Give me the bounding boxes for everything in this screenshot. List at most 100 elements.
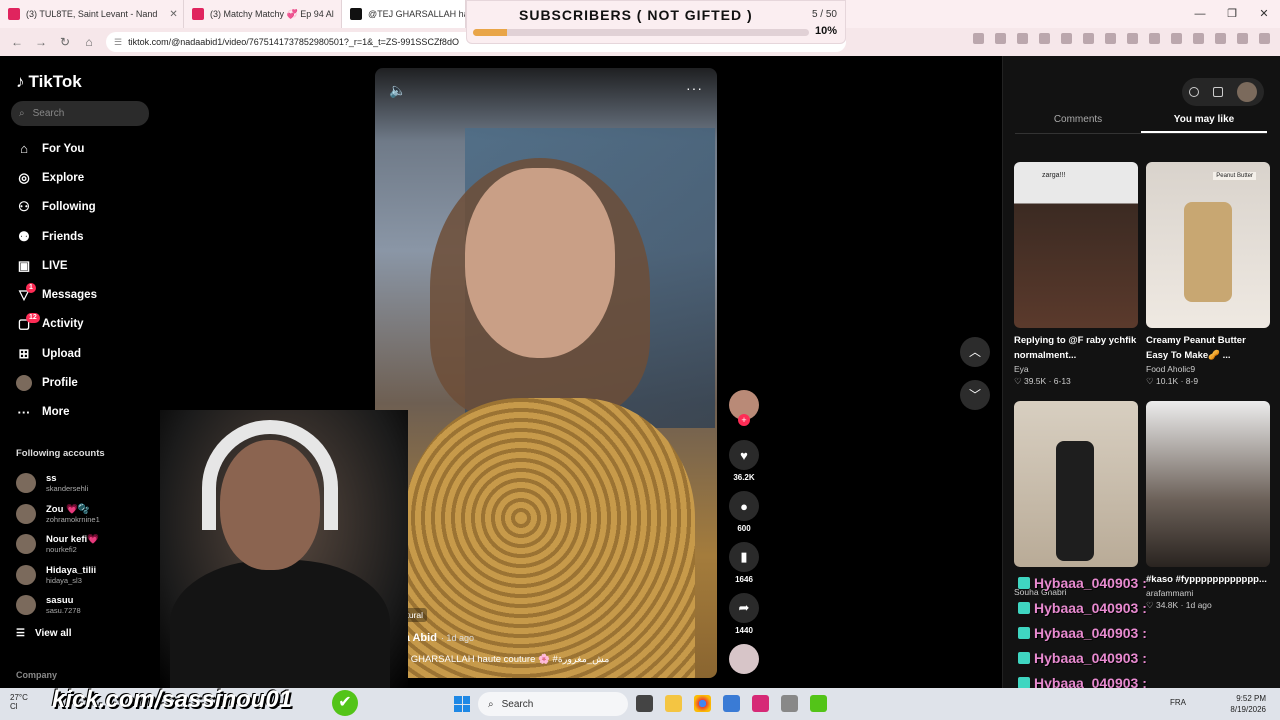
chevron-down-icon: ﹀ [968, 388, 981, 402]
nav-upload[interactable]: ⊞ Upload [16, 339, 97, 368]
device-icon[interactable] [1213, 87, 1223, 97]
maximize-button[interactable]: ❐ [1216, 0, 1248, 28]
tiktok-logo[interactable]: ♪ TikTok [16, 72, 82, 92]
nav-following[interactable]: ⚇ Following [16, 193, 97, 222]
extension-icon[interactable] [1039, 33, 1050, 44]
forward-icon[interactable]: → [34, 35, 48, 49]
extension-icon[interactable] [1127, 33, 1138, 44]
nav-live[interactable]: ▣ LIVE [16, 251, 97, 280]
extension-icon[interactable] [1237, 33, 1248, 44]
extension-icon[interactable] [1105, 33, 1116, 44]
recommended-video-card[interactable]: Peanut Butter Creamy Peanut Butter Easy … [1146, 162, 1270, 387]
reload-icon[interactable]: ↻ [58, 35, 72, 49]
comment-button[interactable]: ● [729, 491, 759, 521]
account-name: Hidaya_tilii [46, 564, 97, 576]
minimize-button[interactable]: — [1184, 0, 1216, 28]
more-options-icon[interactable]: ··· [686, 80, 703, 96]
nav-profile[interactable]: Profile [16, 368, 97, 397]
close-tab-icon[interactable]: ✕ [169, 9, 177, 20]
browser-tab-active[interactable]: @TEJ GHARSALLAH haute c [342, 0, 466, 28]
following-account[interactable]: sasuu sasu.7278 [16, 590, 100, 621]
extension-icon[interactable] [1215, 33, 1226, 44]
language-indicator[interactable]: FRA [1170, 698, 1186, 707]
post-time: · 1d ago [440, 633, 474, 643]
previous-video-button[interactable]: ︿ [960, 337, 990, 367]
follow-plus-icon[interactable]: + [738, 414, 750, 426]
windows-start-icon[interactable] [454, 696, 470, 712]
chat-overlay: Hybaaa_040903 : Hybaaa_040903 : Hybaaa_0… [1018, 570, 1147, 696]
account-name: Zou 💗🫧 [46, 503, 90, 515]
share-button[interactable]: ➦ [729, 593, 759, 623]
account-username: nourkefi2 [46, 545, 77, 555]
extension-icon[interactable] [973, 33, 984, 44]
recommended-video-card[interactable]: Souha Ghabri [1014, 401, 1138, 597]
home-icon[interactable]: ⌂ [82, 35, 96, 49]
goal-title: SUBSCRIBERS ( NOT GIFTED ) [519, 7, 753, 23]
app-icon[interactable] [781, 695, 798, 712]
video-player[interactable]: 🔈 ··· natural da Abid · 1d ago EJ GHARSAL… [375, 68, 717, 678]
compass-icon[interactable] [1189, 87, 1199, 97]
following-account[interactable]: Nour kefi💗 nourkefi2 [16, 529, 100, 560]
recommended-video-card[interactable]: zarga!!! Replying to @F raby ychfik norm… [1014, 162, 1138, 387]
user-avatar[interactable] [1237, 82, 1257, 102]
following-accounts-list: ss skandersehli Zou 💗🫧 zohramokrnine1 Nour… [16, 468, 100, 621]
view-all-link[interactable]: ☰ View all [16, 628, 71, 639]
browser-tab[interactable]: (3) TUL8TE, Saint Levant - Nand ✕ [0, 0, 184, 28]
nav-for-you[interactable]: ⌂ For You [16, 134, 97, 163]
extension-icon[interactable] [1193, 33, 1204, 44]
tab-comments[interactable]: Comments [1015, 106, 1141, 133]
volume-icon[interactable]: 🔈 [389, 82, 406, 99]
search-input[interactable]: ⌕ Search [11, 101, 149, 126]
home-icon: ⌂ [20, 141, 28, 157]
more-icon: ··· [17, 404, 31, 420]
comment-count: 600 [737, 524, 751, 533]
browser-tab[interactable]: (3) Matchy Matchy 💞 Ep 94 Al ✕ [184, 0, 342, 28]
tab-title: @TEJ GHARSALLAH haute c [368, 9, 465, 19]
nav-explore[interactable]: ◎ Explore [16, 163, 97, 192]
back-icon[interactable]: ← [10, 35, 24, 49]
task-view-icon[interactable] [636, 695, 653, 712]
creator-avatar[interactable]: + [729, 390, 759, 426]
extension-icon[interactable] [1083, 33, 1094, 44]
nav-label: Profile [42, 377, 78, 390]
video-author[interactable]: da Abid · 1d ago [397, 632, 474, 644]
extension-icon[interactable] [1259, 33, 1270, 44]
taskbar-search[interactable]: ⌕ Search [478, 692, 628, 716]
taskbar-clock[interactable]: 9:52 PM 8/19/2026 [1230, 693, 1266, 715]
following-account[interactable]: Hidaya_tilii hidaya_sl3 [16, 560, 100, 591]
extension-icon[interactable] [1149, 33, 1160, 44]
avatar [16, 473, 36, 494]
save-button[interactable]: ▮ [729, 542, 759, 572]
store-icon[interactable] [723, 695, 740, 712]
nav-activity[interactable]: ▢ 12 Activity [16, 310, 97, 339]
card-likes: 34.8K [1155, 600, 1179, 610]
extension-icon[interactable] [1061, 33, 1072, 44]
search-icon: ⌕ [19, 108, 25, 119]
following-account[interactable]: ss skandersehli [16, 468, 100, 499]
chrome-icon[interactable] [694, 695, 711, 712]
following-icon: ⚇ [18, 199, 30, 215]
url-text: tiktok.com/@nadaabid1/video/767514173785… [128, 37, 459, 47]
file-explorer-icon[interactable] [665, 695, 682, 712]
account-username: skandersehli [46, 484, 89, 494]
nav-more[interactable]: ··· More [16, 398, 97, 427]
nav-messages[interactable]: ▽ 1 Messages [16, 280, 97, 309]
video-figure-face [465, 168, 615, 358]
instagram-icon[interactable] [752, 695, 769, 712]
weather-widget[interactable]: 27°C Cl [10, 693, 28, 711]
next-video-button[interactable]: ﹀ [960, 380, 990, 410]
nav-friends[interactable]: ⚉ Friends [16, 222, 97, 251]
extension-icon[interactable] [995, 33, 1006, 44]
company-link[interactable]: Company [16, 670, 57, 680]
video-thumbnail [1146, 401, 1270, 567]
extension-icon[interactable] [1171, 33, 1182, 44]
like-button[interactable]: ♥ [729, 440, 759, 470]
extension-icon[interactable] [1017, 33, 1028, 44]
sound-disc-icon[interactable] [729, 644, 759, 674]
close-window-button[interactable]: ✕ [1248, 0, 1280, 28]
following-account[interactable]: Zou 💗🫧 zohramokrnine1 [16, 499, 100, 530]
tab-you-may-like[interactable]: You may like [1141, 106, 1267, 133]
site-info-icon[interactable]: ☰ [114, 37, 122, 48]
kick-app-icon[interactable] [810, 695, 827, 712]
recommended-video-card[interactable]: #kaso #fypppppppppppp... arafammami ♡ 34… [1146, 401, 1270, 611]
